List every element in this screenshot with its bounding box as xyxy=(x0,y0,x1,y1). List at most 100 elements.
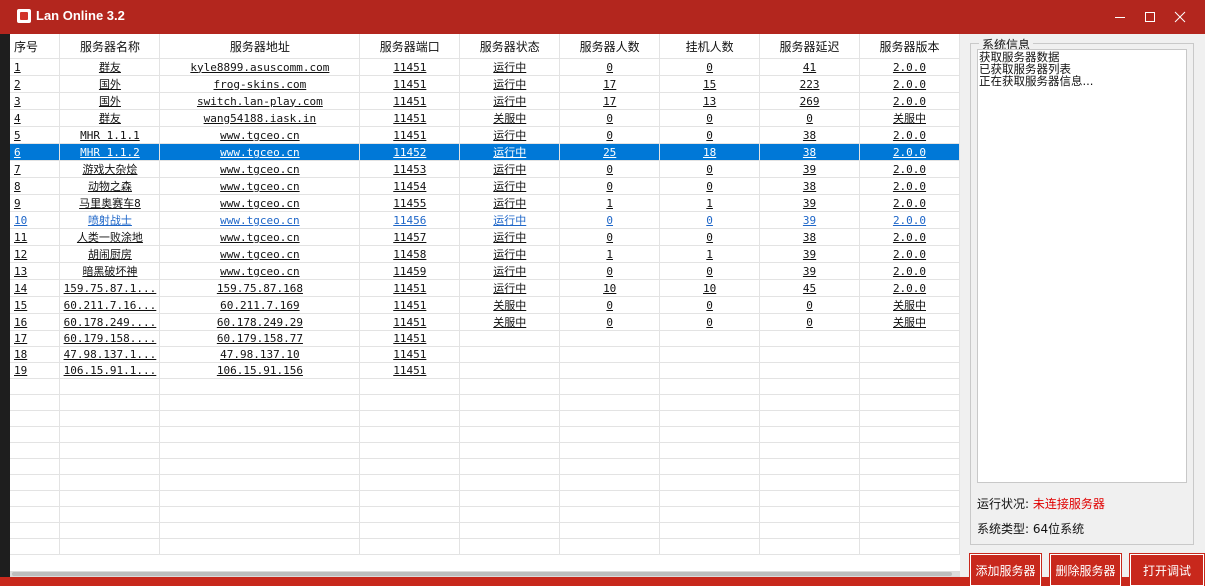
empty-cell xyxy=(859,410,960,427)
cell-version: 2.0.0 xyxy=(859,143,960,161)
empty-cell xyxy=(859,506,960,523)
table-row[interactable]: 5 MHR 1.1.1 www.tgceo.cn 11451 运行中 0 0 38 2.0.0 xyxy=(10,126,960,144)
column-header[interactable]: 服务器版本 xyxy=(859,34,960,59)
empty-cell xyxy=(659,522,761,539)
empty-cell xyxy=(559,426,661,443)
column-header[interactable]: 服务器状态 xyxy=(459,34,561,59)
column-header[interactable]: 服务器人数 xyxy=(559,34,661,59)
cell-idle-count: 0 xyxy=(659,211,761,229)
column-header[interactable]: 服务器端口 xyxy=(359,34,461,59)
cell-version: 2.0.0 xyxy=(859,245,960,263)
cell-player-count: 0 xyxy=(559,126,661,144)
column-header[interactable]: 序号 xyxy=(10,34,61,59)
log-box[interactable]: 获取服务器数据 已获取服务器列表 正在获取服务器信息... xyxy=(977,49,1187,483)
close-icon xyxy=(1174,11,1186,23)
cell-server-address: www.tgceo.cn xyxy=(159,262,361,280)
title-bar[interactable]: Lan Online 3.2 xyxy=(0,0,1205,34)
cell-version: 2.0.0 xyxy=(859,126,960,144)
cell-server-name: 群友 xyxy=(59,109,161,127)
table-row[interactable]: 9 马里奥赛车8 www.tgceo.cn 11455 运行中 1 1 39 2.0.0 xyxy=(10,194,960,212)
server-list[interactable]: 序号 服务器名称 服务器地址 服务器端口 服务器状态 服务器人数 挂机人数 服务器延迟 服务器版… xyxy=(10,34,960,577)
cell-server-address: switch.lan-play.com xyxy=(159,92,361,110)
table-row[interactable]: 4 群友 wang54188.iask.in 11451 关服中 0 0 0 关服中 xyxy=(10,109,960,127)
empty-cell xyxy=(159,538,361,555)
cell-latency: 39 xyxy=(759,245,861,263)
empty-cell xyxy=(659,490,761,507)
delete-server-button[interactable]: 删除服务器 xyxy=(1050,554,1121,586)
cell-server-port: 11453 xyxy=(359,160,461,178)
cell-latency xyxy=(759,346,861,363)
table-row[interactable]: 15 60.211.7.16... 60.211.7.169 11451 关服中 0 0 0 关… xyxy=(10,296,960,314)
cell-player-count: 25 xyxy=(559,143,661,161)
scrollbar-thumb[interactable] xyxy=(12,572,952,576)
empty-cell xyxy=(659,378,761,395)
table-row[interactable]: 13 暗黑破坏神 www.tgceo.cn 11459 运行中 0 0 39 2.0.0 xyxy=(10,262,960,280)
cell-idle-count: 0 xyxy=(659,58,761,76)
cell-index: 2 xyxy=(10,75,61,93)
column-header[interactable]: 服务器延迟 xyxy=(759,34,861,59)
close-button[interactable] xyxy=(1165,0,1195,34)
empty-cell xyxy=(459,426,561,443)
system-info-panel: 系统信息 获取服务器数据 已获取服务器列表 正在获取服务器信息... 运行状况:… xyxy=(970,36,1194,545)
cell-server-port: 11458 xyxy=(359,245,461,263)
cell-idle-count: 0 xyxy=(659,177,761,195)
open-debug-button[interactable]: 打开调试 xyxy=(1130,554,1204,586)
cell-latency: 45 xyxy=(759,279,861,297)
table-row[interactable]: 1 群友 kyle8899.asuscomm.com 11451 运行中 0 0 41 2.0.… xyxy=(10,58,960,76)
empty-cell xyxy=(559,490,661,507)
table-row[interactable]: 3 国外 switch.lan-play.com 11451 运行中 17 13 269 2.0… xyxy=(10,92,960,110)
empty-cell xyxy=(759,538,861,555)
cell-player-count: 10 xyxy=(559,279,661,297)
cell-index: 19 xyxy=(10,362,61,379)
cell-index: 18 xyxy=(10,346,61,363)
cell-idle-count: 0 xyxy=(659,160,761,178)
empty-cell xyxy=(59,442,161,459)
table-row[interactable]: 2 国外 frog-skins.com 11451 运行中 17 15 223 2.0.0 xyxy=(10,75,960,93)
empty-cell xyxy=(859,538,960,555)
empty-cell xyxy=(10,490,61,507)
empty-cell xyxy=(559,474,661,491)
cell-version: 关服中 xyxy=(859,313,960,331)
cell-latency: 39 xyxy=(759,160,861,178)
empty-row xyxy=(10,474,960,491)
column-header[interactable]: 服务器名称 xyxy=(59,34,161,59)
window-title: Lan Online 3.2 xyxy=(36,8,125,23)
cell-server-name: 喷射战士 xyxy=(59,211,161,229)
empty-cell xyxy=(359,426,461,443)
cell-index: 16 xyxy=(10,313,61,331)
table-row[interactable]: 14 159.75.87.1... 159.75.87.168 11451 运行中 10 1… xyxy=(10,279,960,297)
table-row[interactable]: 18 47.98.137.1... 47.98.137.10 11451 xyxy=(10,346,960,363)
table-row[interactable]: 16 60.178.249.... 60.178.249.29 11451 关服中 0 0 0… xyxy=(10,313,960,331)
empty-cell xyxy=(359,378,461,395)
empty-cell xyxy=(559,410,661,427)
empty-cell xyxy=(859,458,960,475)
empty-cell xyxy=(659,458,761,475)
empty-cell xyxy=(459,474,561,491)
empty-cell xyxy=(359,410,461,427)
cell-latency: 39 xyxy=(759,194,861,212)
empty-cell xyxy=(759,522,861,539)
add-server-button[interactable]: 添加服务器 xyxy=(970,554,1041,586)
table-row[interactable]: 6 MHR 1.1.2 www.tgceo.cn 11452 运行中 25 18 38 2.0.… xyxy=(10,143,960,161)
horizontal-scrollbar[interactable] xyxy=(10,571,960,577)
minimize-button[interactable] xyxy=(1105,0,1135,34)
table-row[interactable]: 10 喷射战士 www.tgceo.cn 11456 运行中 0 0 39 2.0.0 xyxy=(10,211,960,229)
empty-cell xyxy=(59,490,161,507)
table-row[interactable]: 7 游戏大杂烩 www.tgceo.cn 11453 运行中 0 0 39 2.0.0 xyxy=(10,160,960,178)
empty-cell xyxy=(159,410,361,427)
table-row[interactable]: 17 60.179.158.... 60.179.158.77 11451 xyxy=(10,330,960,347)
maximize-button[interactable] xyxy=(1135,0,1165,34)
cell-version: 2.0.0 xyxy=(859,92,960,110)
table-row[interactable]: 12 胡闹厨房 www.tgceo.cn 11458 运行中 1 1 39 2.0.0 xyxy=(10,245,960,263)
table-row[interactable]: 19 106.15.91.1... 106.15.91.156 11451 xyxy=(10,362,960,379)
cell-idle-count: 10 xyxy=(659,279,761,297)
empty-cell xyxy=(359,522,461,539)
empty-cell xyxy=(359,474,461,491)
empty-cell xyxy=(459,394,561,411)
column-header[interactable]: 挂机人数 xyxy=(659,34,761,59)
empty-cell xyxy=(59,458,161,475)
column-header[interactable]: 服务器地址 xyxy=(159,34,361,59)
empty-cell xyxy=(459,522,561,539)
table-row[interactable]: 11 人类一败涂地 www.tgceo.cn 11457 运行中 0 0 38 2.0.0 xyxy=(10,228,960,246)
table-row[interactable]: 8 动物之森 www.tgceo.cn 11454 运行中 0 0 38 2.0.0 xyxy=(10,177,960,195)
